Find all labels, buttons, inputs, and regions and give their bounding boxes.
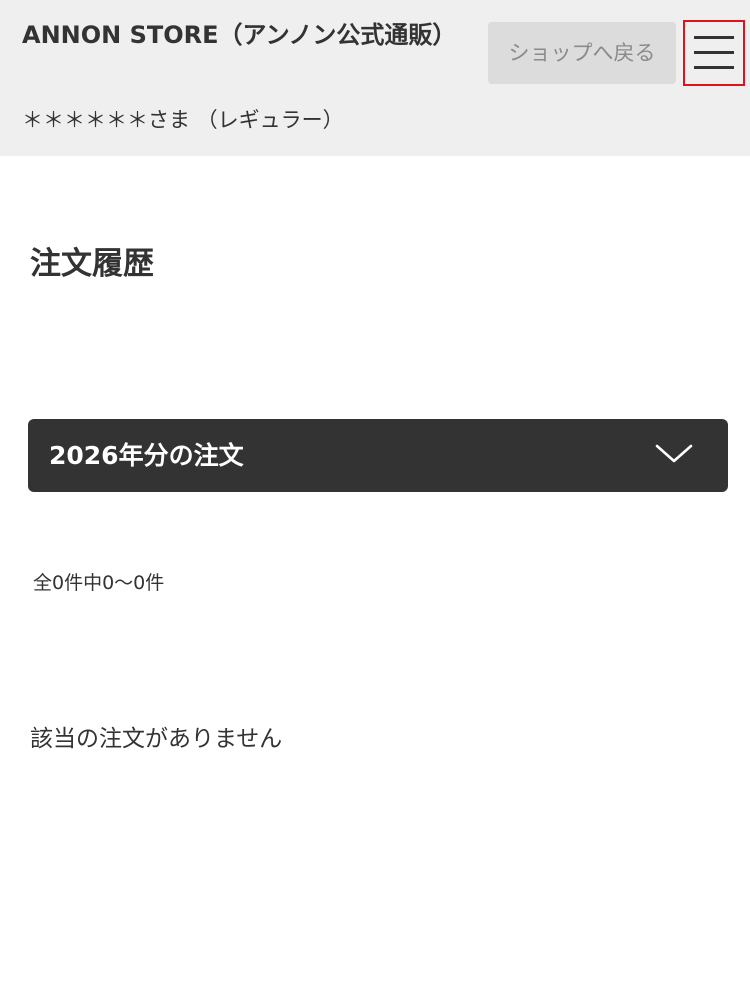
user-greeting: ＊＊＊＊＊＊さま （レギュラー） bbox=[22, 108, 344, 132]
site-header: ANNON STORE（アンノン公式通販） ショップへ戻る ＊＊＊＊＊＊さま （… bbox=[0, 0, 750, 156]
page-title: 注文履歴 bbox=[30, 246, 154, 282]
back-to-shop-button[interactable]: ショップへ戻る bbox=[488, 22, 676, 84]
empty-message: 該当の注文がありません bbox=[30, 726, 283, 752]
store-name[interactable]: ANNON STORE（アンノン公式通販） bbox=[22, 20, 456, 51]
menu-icon-bar bbox=[694, 51, 734, 54]
chevron-down-icon bbox=[655, 444, 693, 463]
year-select-label: 2026年分の注文 bbox=[49, 441, 244, 470]
menu-icon-bar bbox=[694, 36, 734, 39]
order-count: 全0件中0～0件 bbox=[33, 572, 165, 594]
menu-icon-bar bbox=[694, 66, 734, 69]
menu-button[interactable] bbox=[683, 20, 745, 86]
year-select[interactable]: 2026年分の注文 bbox=[28, 419, 728, 492]
